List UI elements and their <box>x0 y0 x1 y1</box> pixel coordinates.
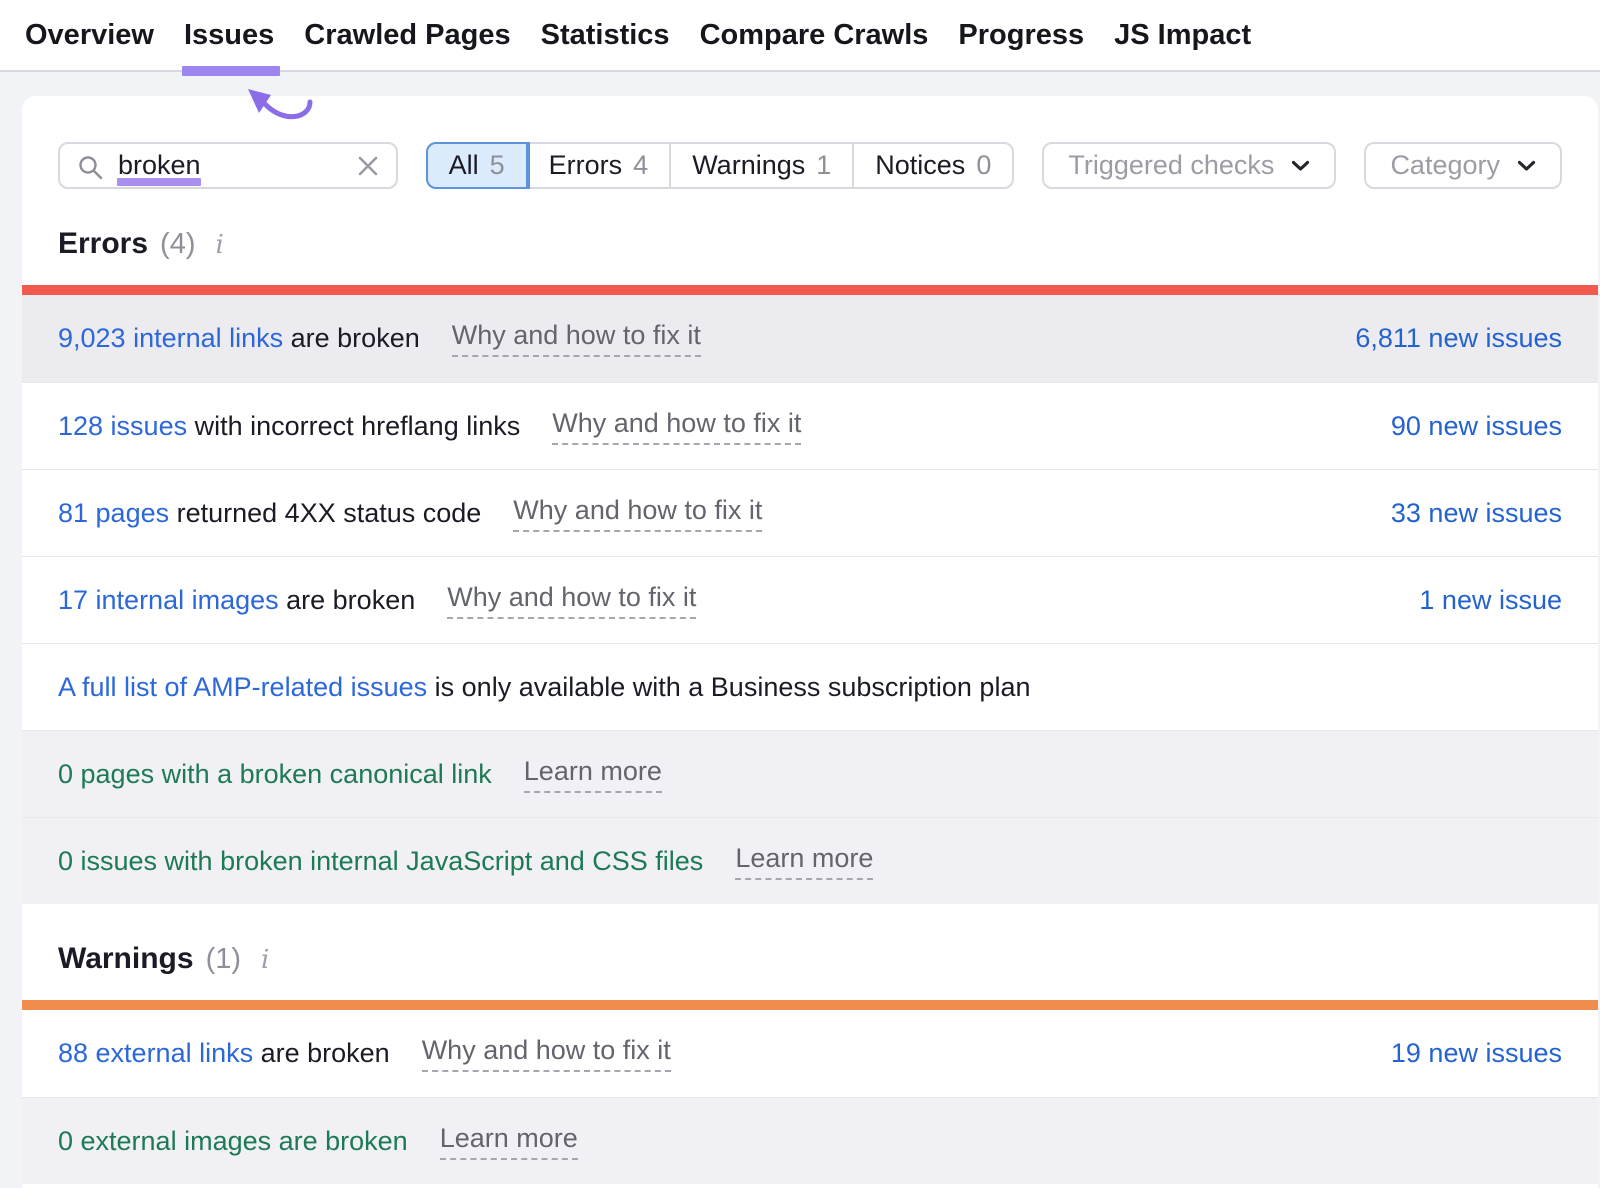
section-title: Errors <box>58 227 148 261</box>
tab-statistics[interactable]: Statistics <box>541 0 670 70</box>
search-input[interactable] <box>60 150 396 181</box>
tab-issues[interactable]: Issues <box>184 0 274 70</box>
search-icon <box>78 155 104 181</box>
issue-link[interactable]: A full list of AMP-related issues <box>58 672 427 702</box>
issue-text: with incorrect hreflang links <box>187 411 520 441</box>
issue-row-amp-upsell: A full list of AMP-related issues is onl… <box>22 643 1598 730</box>
severity-filter: All 5 Errors 4 Warnings 1 Notices 0 <box>426 142 1015 189</box>
new-issues-link[interactable]: 1 new issue <box>1419 585 1562 616</box>
why-how-to-fix-link[interactable]: Why and how to fix it <box>447 582 696 619</box>
why-how-to-fix-link[interactable]: Why and how to fix it <box>452 320 701 357</box>
issue-text: are broken <box>253 1038 390 1068</box>
issue-row: 81 pages returned 4XX status code Why an… <box>22 469 1598 556</box>
filter-warnings[interactable]: Warnings 1 <box>671 144 854 187</box>
category-dropdown[interactable]: Category <box>1364 142 1562 189</box>
filter-warnings-count: 1 <box>816 150 831 181</box>
issue-text: are broken <box>279 585 416 615</box>
warnings-section-header: Warnings (1) i <box>22 904 1598 1000</box>
issue-text: are broken <box>283 323 420 353</box>
tab-js-impact[interactable]: JS Impact <box>1114 0 1251 70</box>
top-navigation: Overview Issues Crawled Pages Statistics… <box>0 0 1600 72</box>
annotation-arrow-icon <box>238 82 324 126</box>
why-how-to-fix-link[interactable]: Why and how to fix it <box>552 408 801 445</box>
issue-text: is only available with a Business subscr… <box>427 672 1030 702</box>
errors-accent-bar <box>22 285 1598 295</box>
issue-row-zero: 0 issues with broken internal JavaScript… <box>22 817 1598 904</box>
issue-row-zero: 0 pages with a broken canonical link Lea… <box>22 730 1598 817</box>
errors-rows: 9,023 internal links are broken Why and … <box>22 295 1598 904</box>
issue-link[interactable]: 9,023 internal links <box>58 323 283 353</box>
new-issues-link[interactable]: 90 new issues <box>1391 411 1562 442</box>
issue-row: 9,023 internal links are broken Why and … <box>22 295 1598 382</box>
warnings-accent-bar <box>22 1000 1598 1010</box>
warnings-rows: 88 external links are broken Why and how… <box>22 1010 1598 1184</box>
section-title: Warnings <box>58 942 194 976</box>
chevron-down-icon <box>1517 160 1536 172</box>
filter-all-count: 5 <box>490 150 505 181</box>
section-count: (1) <box>206 943 241 976</box>
zero-issue-text: 0 pages with a broken canonical link <box>58 759 492 790</box>
learn-more-link[interactable]: Learn more <box>524 756 662 793</box>
clear-search-icon[interactable] <box>356 154 380 178</box>
filter-errors-count: 4 <box>633 150 648 181</box>
info-icon[interactable]: i <box>261 945 269 975</box>
why-how-to-fix-link[interactable]: Why and how to fix it <box>513 495 762 532</box>
issue-text: returned 4XX status code <box>169 498 481 528</box>
new-issues-link[interactable]: 33 new issues <box>1391 498 1562 529</box>
tab-overview[interactable]: Overview <box>25 0 154 70</box>
triggered-checks-dropdown[interactable]: Triggered checks <box>1042 142 1336 189</box>
zero-issue-text: 0 issues with broken internal JavaScript… <box>58 846 703 877</box>
errors-section-header: Errors (4) i <box>22 189 1598 285</box>
chevron-down-icon <box>1291 160 1310 172</box>
learn-more-link[interactable]: Learn more <box>735 843 873 880</box>
tab-compare-crawls[interactable]: Compare Crawls <box>700 0 929 70</box>
issue-row-zero: 0 external images are broken Learn more <box>22 1097 1598 1184</box>
section-count: (4) <box>160 228 195 261</box>
search-box <box>58 142 398 189</box>
filter-errors[interactable]: Errors 4 <box>528 144 672 187</box>
issue-row: 128 issues with incorrect hreflang links… <box>22 382 1598 469</box>
issue-link[interactable]: 128 issues <box>58 411 187 441</box>
tab-crawled-pages[interactable]: Crawled Pages <box>304 0 510 70</box>
new-issues-link[interactable]: 19 new issues <box>1391 1038 1562 1069</box>
new-issues-link[interactable]: 6,811 new issues <box>1355 323 1562 354</box>
zero-issue-text: 0 external images are broken <box>58 1126 408 1157</box>
tab-progress[interactable]: Progress <box>958 0 1084 70</box>
issue-link[interactable]: 88 external links <box>58 1038 253 1068</box>
learn-more-link[interactable]: Learn more <box>440 1123 578 1160</box>
issues-panel: All 5 Errors 4 Warnings 1 Notices 0 Trig… <box>22 96 1598 1188</box>
issue-link[interactable]: 81 pages <box>58 498 169 528</box>
warnings-section: Warnings (1) i 88 external links are bro… <box>22 904 1598 1184</box>
why-how-to-fix-link[interactable]: Why and how to fix it <box>422 1035 671 1072</box>
issue-link[interactable]: 17 internal images <box>58 585 279 615</box>
filter-notices[interactable]: Notices 0 <box>854 144 1012 187</box>
issue-row: 17 internal images are broken Why and ho… <box>22 556 1598 643</box>
errors-section: Errors (4) i 9,023 internal links are br… <box>22 189 1598 904</box>
filter-notices-count: 0 <box>976 150 991 181</box>
search-term-highlight <box>117 178 201 186</box>
info-icon[interactable]: i <box>216 230 224 260</box>
filter-all[interactable]: All 5 <box>428 144 528 187</box>
issue-row: 88 external links are broken Why and how… <box>22 1010 1598 1097</box>
